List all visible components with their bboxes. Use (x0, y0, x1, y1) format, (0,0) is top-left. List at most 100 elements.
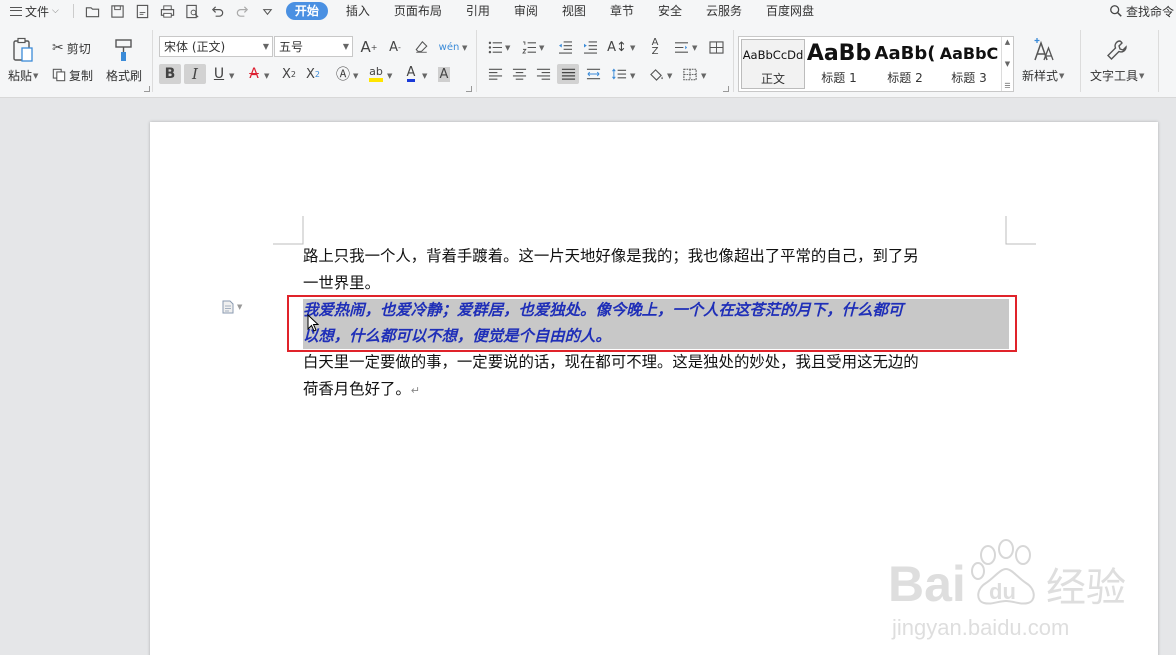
tab-cloud-service[interactable]: 云服务 (694, 0, 754, 22)
new-style-button[interactable]: 新样式 ▼ (1022, 36, 1064, 84)
paragraph-1-line-1[interactable]: 路上只我一个人，背着手踱着。这一片天地好像是我的；我也像超出了平常的自己，到了另 (303, 243, 1009, 270)
chevron-down-icon[interactable]: ▼ (630, 72, 635, 80)
tab-home[interactable]: 开始 (285, 2, 328, 20)
open-folder-icon[interactable] (80, 0, 105, 22)
save-icon[interactable] (105, 0, 130, 22)
divider (1080, 30, 1081, 92)
chevron-down-icon: ⌵ (52, 6, 59, 16)
file-menu-button[interactable]: 文件 ⌵ (0, 0, 67, 22)
style-name: 标题 3 (951, 71, 987, 85)
export-pdf-icon[interactable] (130, 0, 155, 22)
decrease-font-size-icon[interactable]: A- (384, 37, 406, 57)
chevron-down-icon[interactable]: ▼ (387, 72, 392, 80)
paragraph-handle[interactable]: ▼ (222, 300, 242, 314)
font-size-select[interactable]: 五号 ▼ (274, 36, 353, 57)
distributed-align-icon[interactable] (582, 64, 604, 84)
tab-page-layout[interactable]: 页面布局 (382, 0, 454, 22)
style-normal[interactable]: AaBbCcDd 正文 (741, 39, 805, 89)
clipboard-launcher-icon[interactable] (144, 86, 150, 92)
margin-corner-mark (273, 216, 304, 245)
chevron-down-icon: ▼ (33, 71, 39, 80)
numbered-list-icon[interactable] (518, 37, 540, 57)
chevron-down-icon[interactable]: ▼ (1005, 60, 1010, 68)
paragraph-spacing-icon[interactable] (608, 64, 630, 84)
character-shading-icon[interactable]: A (433, 64, 455, 84)
strikethrough-icon[interactable]: A (243, 64, 265, 84)
search-command-box[interactable]: 查找命令 (1109, 0, 1176, 22)
style-sample: AaBb( (874, 43, 936, 64)
chevron-down-icon[interactable]: ▼ (422, 72, 427, 80)
font-launcher-icon[interactable] (466, 86, 472, 92)
justify-icon[interactable] (557, 64, 579, 84)
chevron-down-icon[interactable]: ▼ (462, 44, 467, 52)
italic-icon[interactable]: I (184, 64, 206, 84)
align-right-icon[interactable] (532, 64, 554, 84)
text-tools-button[interactable]: 文字工具 ▼ (1090, 36, 1144, 84)
increase-indent-icon[interactable] (579, 37, 601, 57)
align-left-icon[interactable] (484, 64, 506, 84)
subscript-icon[interactable]: X2 (302, 64, 324, 84)
chevron-down-icon[interactable]: ▼ (539, 44, 544, 52)
highlight-color-icon[interactable]: ab (365, 64, 387, 84)
font-name-select[interactable]: 宋体 (正文) ▼ (159, 36, 273, 57)
chevron-down-icon[interactable]: ▼ (630, 44, 635, 52)
text-effect-icon[interactable]: Ⓐ (332, 64, 354, 84)
font-size-value: 五号 (279, 40, 304, 54)
chevron-down-icon[interactable]: ▼ (667, 72, 672, 80)
table-icon[interactable] (705, 37, 727, 57)
tab-chapter[interactable]: 章节 (598, 0, 646, 22)
style-sample: AaBbCcDd (742, 48, 804, 62)
style-name: 正文 (760, 72, 785, 86)
shading-icon[interactable] (645, 64, 667, 84)
paragraph-launcher-icon[interactable] (723, 86, 729, 92)
copy-button[interactable]: 复制 (52, 65, 93, 85)
chevron-down-icon[interactable]: ▼ (264, 72, 269, 80)
tab-baidu-netdisk[interactable]: 百度网盘 (754, 0, 826, 22)
phonetic-guide-icon[interactable]: wén (438, 37, 460, 57)
sort-icon[interactable]: AZ (644, 37, 666, 57)
tab-references[interactable]: 引用 (454, 0, 502, 22)
customize-quick-access-icon[interactable] (255, 0, 280, 22)
text-direction-icon[interactable]: A↕ (606, 37, 628, 57)
paragraph-3-line-2[interactable]: 荷香月色好了。↵ (303, 376, 1009, 405)
chevron-down-icon[interactable]: ▼ (505, 44, 510, 52)
decrease-indent-icon[interactable] (554, 37, 576, 57)
borders-icon[interactable] (679, 64, 701, 84)
chevron-down-icon[interactable]: ▼ (229, 72, 234, 80)
line-spacing-icon[interactable] (670, 37, 692, 57)
cut-label: 剪切 (66, 41, 91, 56)
paragraph-1-line-2[interactable]: 一世界里。 (303, 270, 1009, 297)
chevron-down-icon[interactable]: ▼ (353, 72, 358, 80)
format-painter-button[interactable]: 格式刷 (106, 36, 142, 84)
tab-review[interactable]: 审阅 (502, 0, 550, 22)
chevron-down-icon[interactable]: ▼ (692, 44, 697, 52)
redo-icon[interactable] (230, 0, 255, 22)
clear-format-icon[interactable] (410, 37, 432, 57)
style-heading-2[interactable]: AaBb( 标题 2 (873, 39, 937, 89)
print-preview-icon[interactable] (180, 0, 205, 22)
align-center-icon[interactable] (508, 64, 530, 84)
cut-button[interactable]: ✂ 剪切 (52, 38, 91, 58)
bold-icon[interactable]: B (159, 64, 181, 84)
tab-view[interactable]: 视图 (550, 0, 598, 22)
expand-gallery-icon[interactable]: ☰ (1004, 82, 1010, 90)
chevron-up-icon[interactable]: ▲ (1005, 38, 1010, 46)
chevron-down-icon[interactable]: ▼ (701, 72, 706, 80)
underline-icon[interactable]: U (208, 64, 230, 84)
font-color-icon[interactable]: A (400, 64, 422, 84)
style-heading-3[interactable]: AaBbC 标题 3 (937, 39, 1001, 89)
paste-button[interactable]: 粘贴 ▼ (8, 36, 38, 84)
paragraph-3-line-1[interactable]: 白天里一定要做的事，一定要说的话，现在都可不理。这是独处的妙处，我且受用这无边的 (303, 349, 1009, 376)
tab-security[interactable]: 安全 (646, 0, 694, 22)
document-icon (222, 300, 234, 314)
increase-font-size-icon[interactable]: A + (358, 37, 380, 57)
superscript-icon[interactable]: X2 (278, 64, 300, 84)
undo-icon[interactable] (205, 0, 230, 22)
bullet-list-icon[interactable] (484, 37, 506, 57)
tab-insert[interactable]: 插入 (334, 0, 382, 22)
style-heading-1[interactable]: AaBb 标题 1 (807, 39, 871, 89)
menu-bar: 文件 ⌵ 开始 插入 页面布局 引用 审阅 视图 章节 安全 云服务 百度网盘 … (0, 0, 1176, 22)
print-icon[interactable] (155, 0, 180, 22)
style-gallery-scroll[interactable]: ▲ ▼ ☰ (1001, 37, 1013, 91)
watermark-brand-end: du (989, 579, 1016, 604)
